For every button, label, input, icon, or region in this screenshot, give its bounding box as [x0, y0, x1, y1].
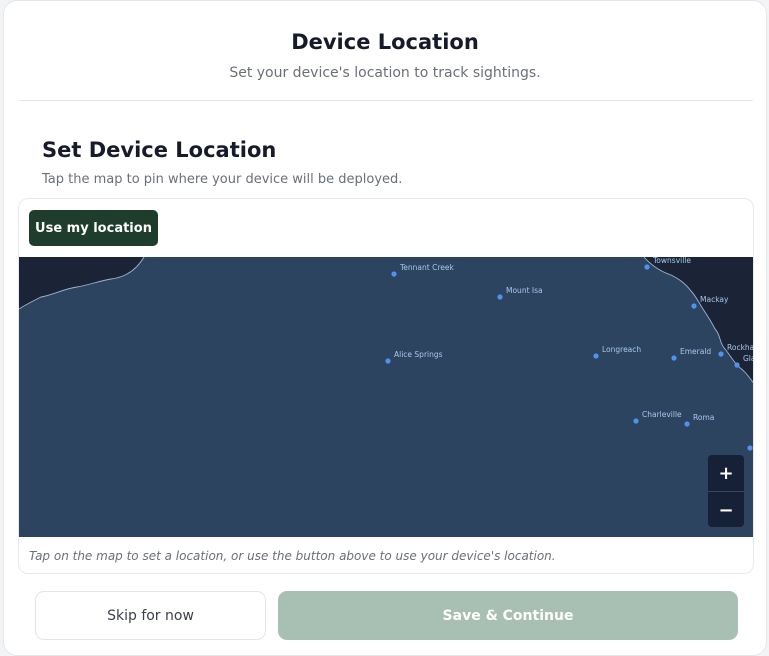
page-title: Device Location — [291, 30, 479, 54]
location-map[interactable]: Tennant Creek Mount Isa Townsville Mackay Al… — [19, 257, 754, 537]
city-label-roma: Roma — [693, 413, 714, 422]
zoom-controls: + − — [708, 455, 744, 527]
city-label-charleville: Charleville — [642, 410, 682, 419]
city-label-tennant-creek: Tennant Creek — [399, 263, 454, 272]
zoom-out-button[interactable]: − — [708, 492, 744, 527]
skip-button[interactable]: Skip for now — [35, 591, 266, 640]
page-subtitle: Set your device's location to track sigh… — [229, 65, 541, 81]
save-continue-button[interactable]: Save & Continue — [278, 591, 738, 640]
city-dot-mount-isa — [497, 294, 503, 300]
city-label-rockhampton: Rockhampton — [727, 343, 754, 352]
city-dot-roma — [684, 421, 690, 427]
map-panel: Use my location Tennant Creek Mount Isa To… — [18, 198, 754, 574]
city-dot-alice-springs — [385, 358, 391, 364]
city-label-townsville: Townsville — [652, 257, 691, 265]
city-dot-mackay — [691, 303, 697, 309]
city-label-alice-springs: Alice Springs — [394, 350, 443, 359]
city-dot-charleville — [633, 418, 639, 424]
device-location-card: Device Location Set your device's locati… — [3, 0, 767, 656]
use-my-location-button[interactable]: Use my location — [29, 210, 158, 246]
city-label-emerald: Emerald — [680, 347, 711, 356]
section-description: Tap the map to pin where your device wil… — [42, 172, 403, 187]
section-title: Set Device Location — [42, 138, 277, 162]
city-dot-rockhampton — [718, 351, 724, 357]
city-dot-edge — [747, 445, 753, 451]
city-label-longreach: Longreach — [602, 345, 641, 354]
city-label-mackay: Mackay — [700, 295, 729, 304]
city-dot-gladstone — [734, 362, 740, 368]
zoom-in-button[interactable]: + — [708, 455, 744, 491]
header-divider — [19, 100, 753, 101]
city-label-gladstone: Gladstone — [743, 354, 754, 363]
city-label-mount-isa: Mount Isa — [506, 286, 543, 295]
city-dot-emerald — [671, 355, 677, 361]
city-dot-tennant-creek — [391, 271, 397, 277]
map-canvas[interactable]: Tennant Creek Mount Isa Townsville Mackay Al… — [19, 257, 754, 537]
sea-top-left — [19, 257, 144, 309]
map-hint: Tap on the map to set a location, or use… — [29, 549, 556, 563]
city-dot-townsville — [644, 264, 650, 270]
city-dot-longreach — [593, 353, 599, 359]
